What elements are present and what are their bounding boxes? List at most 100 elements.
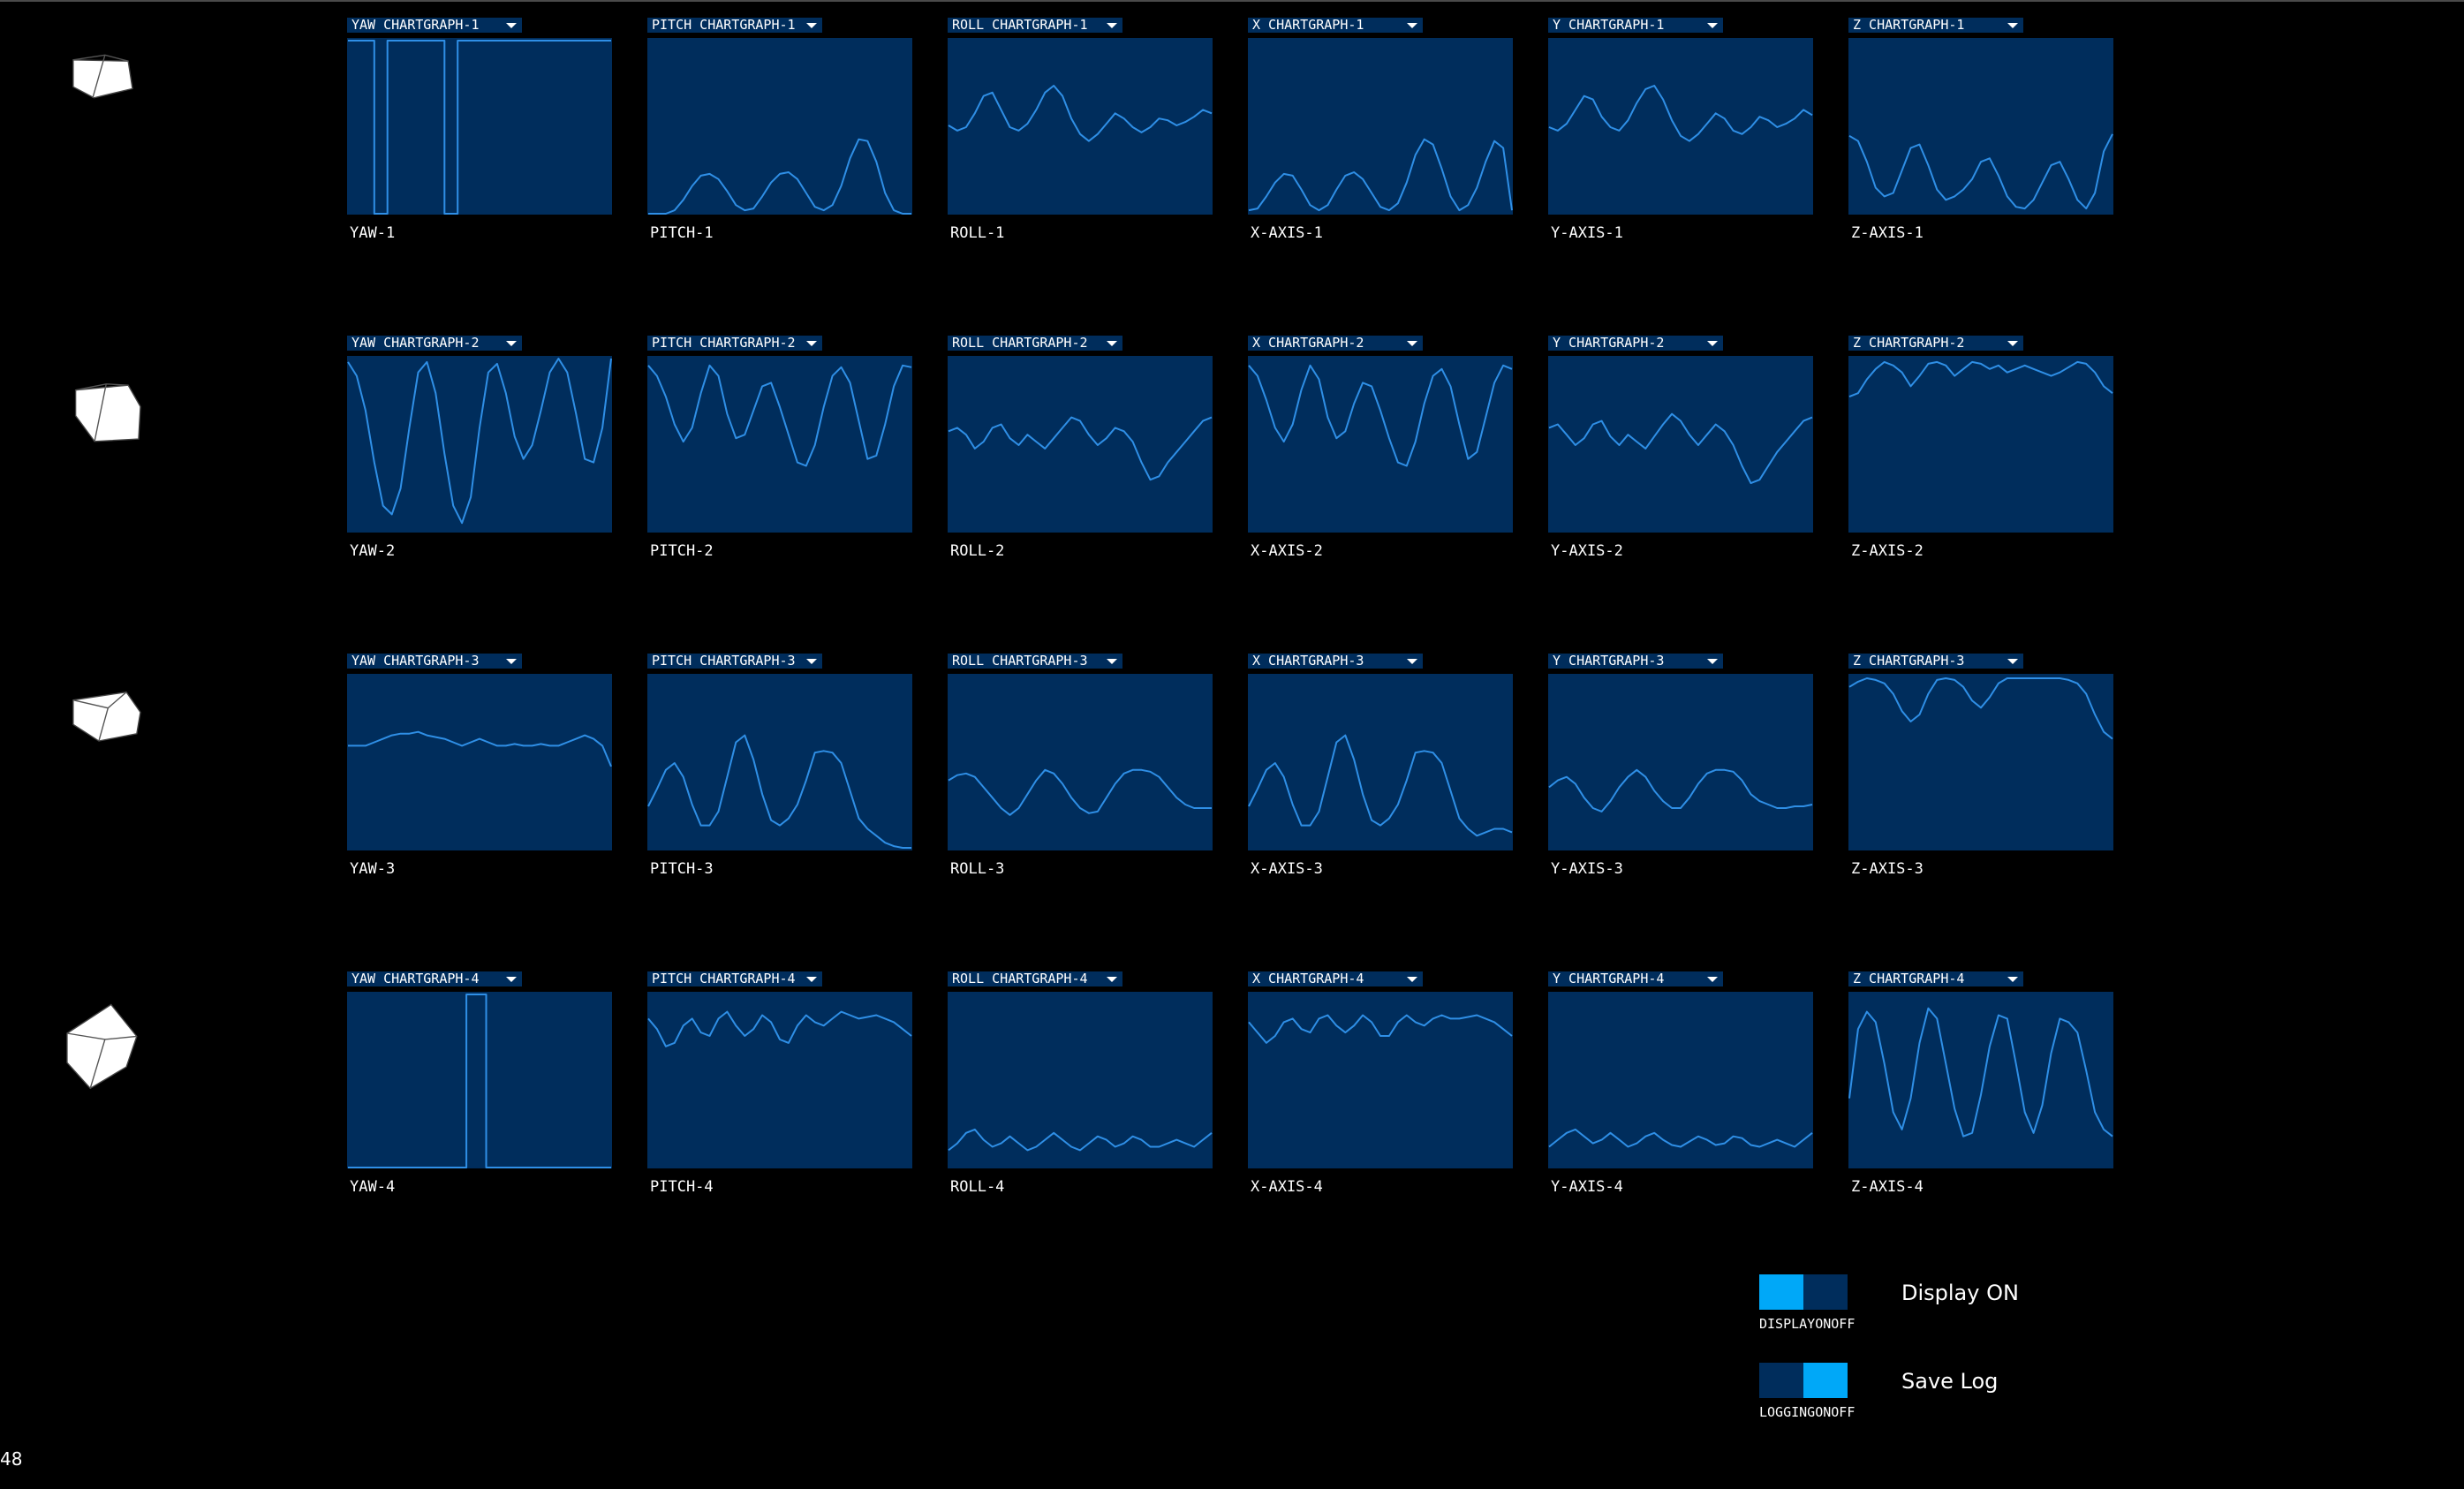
chartgraph-dropdown[interactable]: PITCH CHARTGRAPH-4 [647,971,822,986]
chevron-down-icon[interactable] [1107,23,1117,28]
chartgraph-dropdown[interactable]: Y CHARTGRAPH-4 [1548,971,1723,986]
chartgraph-dropdown[interactable]: ROLL CHARTGRAPH-4 [948,971,1122,986]
chartgraph-dropdown[interactable]: Z CHARTGRAPH-1 [1848,18,2023,33]
chart-cell: Y CHARTGRAPH-3 Y-AXIS-3 [1548,654,1813,883]
chart-caption: Z-AXIS-4 [1851,1178,1924,1196]
chart-plot-area [1248,38,1513,215]
chartgraph-dropdown[interactable]: YAW CHARTGRAPH-2 [347,336,522,351]
chartgraph-dropdown-label: Y CHARTGRAPH-2 [1553,336,1665,351]
chart-cell: YAW CHARTGRAPH-4 YAW-4 [347,971,612,1201]
chartgraph-dropdown[interactable]: YAW CHARTGRAPH-1 [347,18,522,33]
chartgraph-dropdown[interactable]: Y CHARTGRAPH-3 [1548,654,1723,669]
chartgraph-dropdown[interactable]: PITCH CHARTGRAPH-1 [647,18,822,33]
chart-plot-area [1248,992,1513,1168]
chartgraph-dropdown[interactable]: PITCH CHARTGRAPH-3 [647,654,822,669]
chart-plot-area [647,356,912,533]
series-line [348,994,611,1168]
chart-plot-area [1548,992,1813,1168]
chart-plot-area [347,38,612,215]
series-line [647,364,912,467]
chevron-down-icon[interactable] [506,341,517,346]
chevron-down-icon[interactable] [806,23,817,28]
chevron-down-icon[interactable] [1407,977,1417,982]
chartgraph-dropdown-label: X CHARTGRAPH-4 [1252,971,1364,986]
display-toggle[interactable] [1759,1274,1848,1310]
chartgraph-dropdown[interactable]: YAW CHARTGRAPH-3 [347,654,522,669]
chevron-down-icon[interactable] [1707,341,1718,346]
chevron-down-icon[interactable] [506,23,517,28]
chevron-down-icon[interactable] [1107,341,1117,346]
chevron-down-icon[interactable] [2007,341,2018,346]
chartgraph-dropdown[interactable]: X CHARTGRAPH-2 [1248,336,1423,351]
chartgraph-dropdown-label: PITCH CHARTGRAPH-3 [652,654,796,669]
line-chart [948,416,1213,481]
display-toggle-on-segment[interactable] [1759,1274,1803,1310]
chevron-down-icon[interactable] [1707,23,1718,28]
logging-toggle-on-segment[interactable] [1803,1363,1848,1398]
chartgraph-dropdown-label: Y CHARTGRAPH-3 [1553,654,1665,669]
chartgraph-dropdown[interactable]: Y CHARTGRAPH-1 [1548,18,1723,33]
line-chart [948,1128,1213,1152]
chevron-down-icon[interactable] [2007,23,2018,28]
chartgraph-dropdown[interactable]: Z CHARTGRAPH-2 [1848,336,2023,351]
chartgraph-dropdown[interactable]: X CHARTGRAPH-3 [1248,654,1423,669]
chart-caption: Y-AXIS-4 [1551,1178,1623,1196]
chartgraph-dropdown-label: X CHARTGRAPH-3 [1252,654,1364,669]
chartgraph-dropdown[interactable]: ROLL CHARTGRAPH-1 [948,18,1122,33]
chevron-down-icon[interactable] [2007,977,2018,982]
display-toggle-off-segment[interactable] [1803,1274,1848,1310]
chartgraph-dropdown[interactable]: PITCH CHARTGRAPH-2 [647,336,822,351]
chartgraph-dropdown[interactable]: YAW CHARTGRAPH-4 [347,971,522,986]
logging-toggle-off-segment[interactable] [1759,1363,1803,1398]
save-log-label: Save Log [1901,1369,1999,1394]
chevron-down-icon[interactable] [1407,659,1417,664]
chartgraph-dropdown[interactable]: Z CHARTGRAPH-3 [1848,654,2023,669]
chartgraph-dropdown[interactable]: Y CHARTGRAPH-2 [1548,336,1723,351]
chart-plot-area [948,356,1213,533]
line-chart [1548,768,1813,813]
chevron-down-icon[interactable] [1707,977,1718,982]
chartgraph-dropdown[interactable]: ROLL CHARTGRAPH-3 [948,654,1122,669]
logging-toggle[interactable] [1759,1363,1848,1398]
chart-cell: ROLL CHARTGRAPH-2 ROLL-2 [948,336,1213,565]
line-chart [348,40,611,215]
chart-cell: X CHARTGRAPH-3 X-AXIS-3 [1248,654,1513,883]
chart-cell: ROLL CHARTGRAPH-1 ROLL-1 [948,18,1213,247]
chevron-down-icon[interactable] [506,977,517,982]
chartgraph-dropdown[interactable]: X CHARTGRAPH-4 [1248,971,1423,986]
chartgraph-dropdown[interactable]: X CHARTGRAPH-1 [1248,18,1423,33]
chevron-down-icon[interactable] [1707,659,1718,664]
series-line [1548,1128,1813,1148]
chart-caption: X-AXIS-2 [1251,542,1323,560]
chevron-down-icon[interactable] [806,341,817,346]
chartgraph-dropdown-label: PITCH CHARTGRAPH-1 [652,18,796,33]
chartgraph-dropdown-label: YAW CHARTGRAPH-4 [351,971,480,986]
chart-cell: PITCH CHARTGRAPH-4 PITCH-4 [647,971,912,1201]
chart-cell: X CHARTGRAPH-4 X-AXIS-4 [1248,971,1513,1201]
chevron-down-icon[interactable] [1407,341,1417,346]
chevron-down-icon[interactable] [1407,23,1417,28]
chevron-down-icon[interactable] [506,659,517,664]
chart-plot-area [1248,356,1513,533]
line-chart [1848,1007,2113,1138]
chevron-down-icon[interactable] [806,659,817,664]
chartgraph-dropdown-label: YAW CHARTGRAPH-3 [351,654,480,669]
series-line [1548,768,1813,813]
chevron-down-icon[interactable] [1107,977,1117,982]
top-border [0,0,2464,2]
chartgraph-dropdown-label: Z CHARTGRAPH-3 [1853,654,1965,669]
line-chart [647,364,912,467]
chartgraph-dropdown-label: X CHARTGRAPH-2 [1252,336,1364,351]
chartgraph-dropdown[interactable]: Z CHARTGRAPH-4 [1848,971,2023,986]
series-line [948,85,1213,142]
series-line [1548,85,1813,142]
chevron-down-icon[interactable] [806,977,817,982]
chartgraph-dropdown[interactable]: ROLL CHARTGRAPH-2 [948,336,1122,351]
chevron-down-icon[interactable] [2007,659,2018,664]
chartgraph-dropdown-label: YAW CHARTGRAPH-2 [351,336,480,351]
chart-caption: X-AXIS-4 [1251,1178,1323,1196]
chart-cell: Y CHARTGRAPH-1 Y-AXIS-1 [1548,18,1813,247]
chevron-down-icon[interactable] [1107,659,1117,664]
chart-plot-area [1548,674,1813,850]
line-chart [1248,138,1513,212]
